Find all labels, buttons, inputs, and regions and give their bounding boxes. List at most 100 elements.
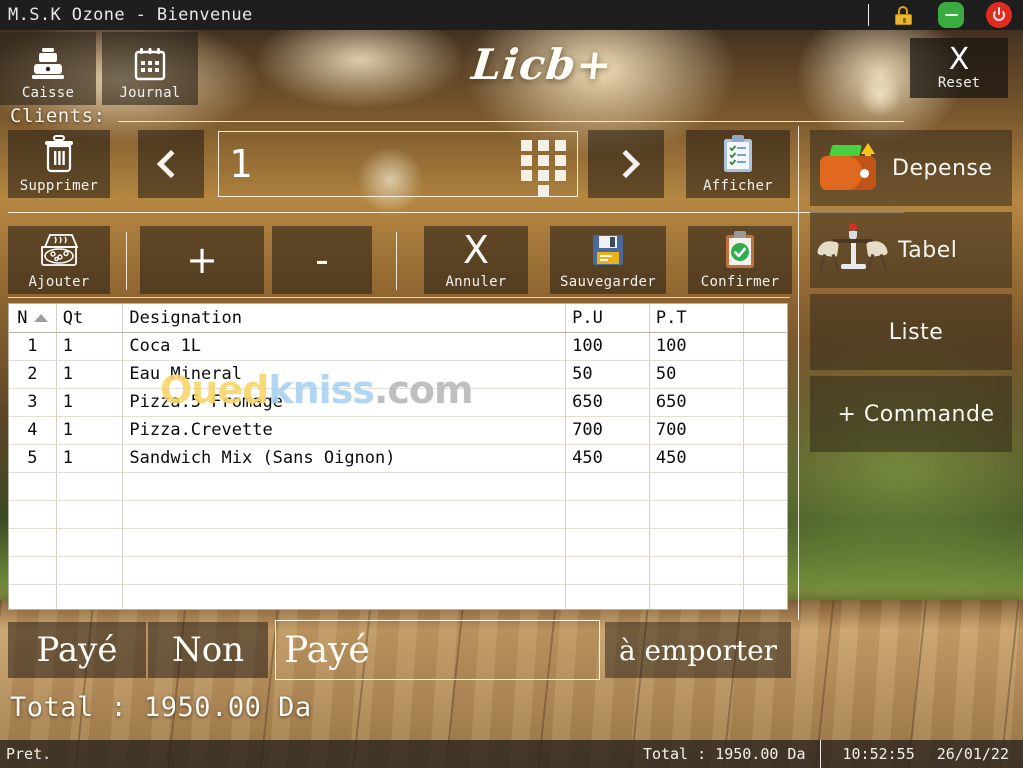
sidebar-item-tabel[interactable]: Tabel (810, 212, 1012, 288)
clients-section-label: Clients: (10, 105, 106, 127)
status-total: Total : 1950.00 Da (642, 745, 806, 763)
decrease-qty-button[interactable]: - (272, 226, 372, 294)
minus-icon: - (315, 238, 329, 282)
reset-button[interactable]: X Reset (910, 38, 1008, 98)
cell-pt: 450 (649, 444, 745, 473)
close-button[interactable] (984, 0, 1014, 30)
pos-application-window: M.S.K Ozone - Bienvenue Caisse Journal L… (0, 0, 1023, 768)
delete-client-label: Supprimer (19, 178, 99, 194)
cell-qt: 1 (56, 416, 124, 445)
add-item-button[interactable]: Ajouter (8, 226, 110, 294)
sidebar-item-depense[interactable]: Depense (810, 130, 1012, 206)
table-row[interactable]: 3 1 Pizza.5 Fromage 650 650 (9, 388, 787, 417)
cell-designation: Pizza.5 Fromage (122, 388, 567, 417)
table-row-empty[interactable] (9, 528, 787, 557)
cell-extra (743, 444, 787, 473)
sidebar-item-tabel-label: Tabel (898, 237, 958, 263)
cell-extra (743, 388, 787, 417)
cell-n: 4 (9, 416, 57, 445)
delete-client-button[interactable]: Supprimer (8, 130, 110, 198)
tab-caisse[interactable]: Caisse (0, 32, 96, 105)
table-header-row: N Qt Designation P.U P.T (9, 304, 787, 333)
cell-pu: 700 (565, 416, 650, 445)
confirm-label: Confirmer (700, 274, 780, 290)
column-header-pt[interactable]: P.T (649, 304, 745, 333)
cell-designation: Sandwich Mix (Sans Oignon) (122, 444, 567, 473)
wallet-money-icon (818, 143, 882, 193)
previous-client-button[interactable] (138, 130, 204, 198)
column-header-extra[interactable] (743, 304, 787, 333)
divider-actions-1 (126, 232, 127, 290)
tab-journal[interactable]: Journal (102, 32, 198, 105)
not-paid-button[interactable]: Non (148, 622, 268, 678)
table-row-empty[interactable] (9, 472, 787, 501)
payment-status-field[interactable]: Payé (275, 620, 600, 680)
next-client-button[interactable] (588, 130, 664, 198)
calendar-icon (134, 45, 166, 83)
window-titlebar: M.S.K Ozone - Bienvenue (0, 0, 1023, 30)
divider-bottom (8, 297, 790, 298)
cell-qt: 1 (56, 332, 124, 361)
titlebar-divider (868, 4, 869, 26)
reset-label: Reset (937, 74, 981, 91)
order-items-table[interactable]: N Qt Designation P.U P.T 1 1 Coca 1L 100… (8, 303, 788, 610)
cancel-x-icon: X (463, 226, 489, 274)
cell-n: 1 (9, 332, 57, 361)
confirm-button[interactable]: Confirmer (688, 226, 792, 294)
cell-extra (743, 332, 787, 361)
minimize-button[interactable] (936, 0, 966, 30)
plus-icon: + (186, 238, 218, 282)
cell-pu: 100 (565, 332, 650, 361)
clipboard-check-icon (724, 226, 756, 274)
cell-pu: 50 (565, 360, 650, 389)
column-header-qt[interactable]: Qt (56, 304, 124, 333)
paid-button[interactable]: Payé (8, 622, 146, 678)
sidebar-item-liste-label: Liste (888, 319, 944, 345)
table-row[interactable]: 2 1 Eau Mineral 50 50 (9, 360, 787, 389)
clipboard-list-icon (722, 130, 754, 178)
status-time: 10:52:55 (842, 745, 915, 763)
show-client-button[interactable]: Afficher (686, 130, 790, 198)
table-row-empty[interactable] (9, 500, 787, 529)
reset-x-icon: X (948, 41, 970, 77)
cell-qt: 1 (56, 360, 124, 389)
takeaway-button[interactable]: à emporter (605, 622, 791, 678)
pizza-box-icon (38, 226, 80, 274)
numeric-keypad-icon[interactable] (521, 140, 569, 196)
column-header-designation[interactable]: Designation (122, 304, 567, 333)
cell-pt: 100 (649, 332, 745, 361)
column-header-n[interactable]: N (9, 304, 57, 333)
cell-pt: 650 (649, 388, 745, 417)
divider-actions-2 (396, 232, 397, 290)
cancel-button[interactable]: X Annuler (424, 226, 528, 294)
dining-table-icon (817, 223, 888, 277)
table-row[interactable]: 4 1 Pizza.Crevette 700 700 (9, 416, 787, 445)
cell-designation: Pizza.Crevette (122, 416, 567, 445)
sort-ascending-icon (33, 313, 48, 322)
power-icon (986, 2, 1012, 28)
payment-status-value: Payé (284, 629, 370, 671)
divider-middle (8, 212, 904, 213)
cancel-x-symbol: X (462, 228, 490, 272)
trash-icon (42, 130, 76, 178)
sidebar-item-commande[interactable]: + Commande (810, 376, 1012, 452)
table-row[interactable]: 5 1 Sandwich Mix (Sans Oignon) 450 450 (9, 444, 787, 473)
table-body: 1 1 Coca 1L 100 100 2 1 Eau Mineral 50 5… (9, 332, 787, 609)
sidebar-item-liste[interactable]: Liste (810, 294, 1012, 370)
table-row[interactable]: 1 1 Coca 1L 100 100 (9, 332, 787, 361)
increase-qty-button[interactable]: + (140, 226, 264, 294)
tab-caisse-label: Caisse (21, 85, 75, 101)
table-row-empty[interactable] (9, 584, 787, 609)
column-header-pu[interactable]: P.U (565, 304, 650, 333)
save-button[interactable]: Sauvegarder (550, 226, 666, 294)
lock-button[interactable] (888, 0, 918, 30)
chevron-right-icon (611, 149, 641, 179)
cell-n: 2 (9, 360, 57, 389)
sidebar-item-commande-label: + Commande (837, 401, 995, 427)
floppy-disk-icon (592, 226, 624, 274)
chevron-left-icon (156, 149, 186, 179)
tab-journal-label: Journal (119, 85, 181, 101)
cell-pt: 50 (649, 360, 745, 389)
show-client-label: Afficher (703, 178, 773, 194)
table-row-empty[interactable] (9, 556, 787, 585)
